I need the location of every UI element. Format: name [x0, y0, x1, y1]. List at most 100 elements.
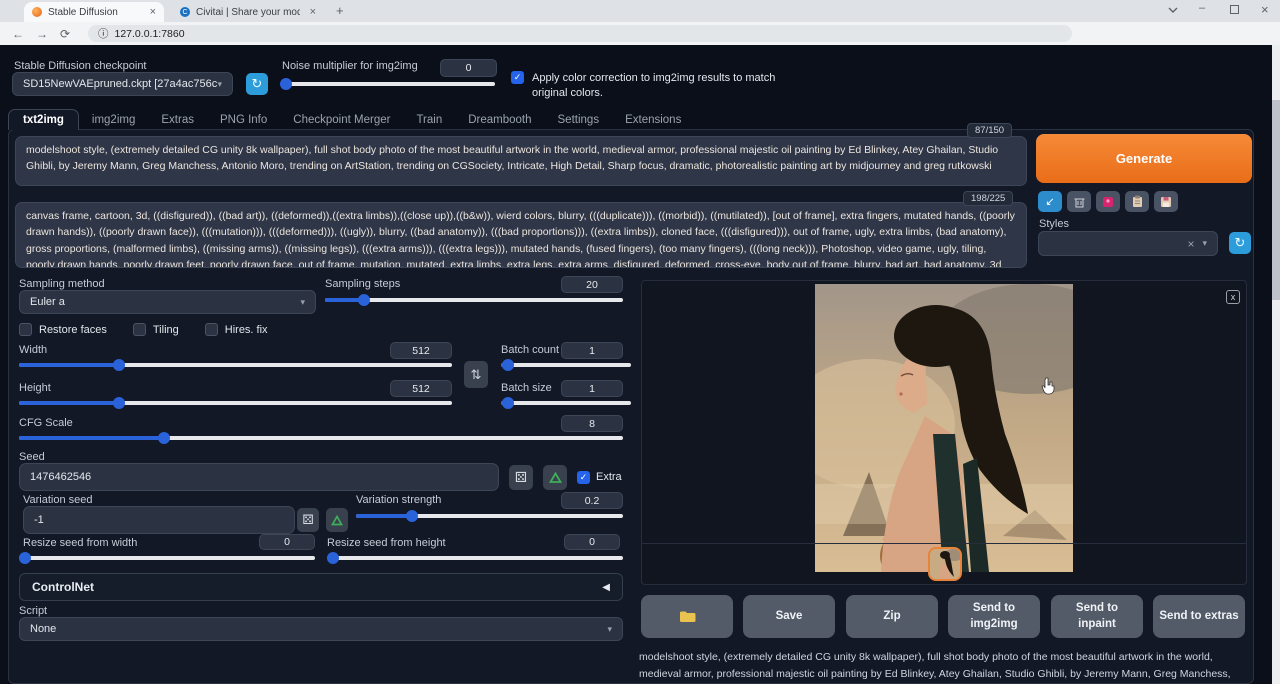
- tiling-label: Tiling: [153, 324, 179, 336]
- cfg-scale-slider[interactable]: [19, 436, 623, 440]
- seed-value: 1476462546: [30, 471, 91, 483]
- result-gallery: x: [641, 280, 1247, 585]
- folder-icon: [679, 610, 696, 623]
- batch-size-input[interactable]: 1: [561, 380, 623, 397]
- random-variation-seed-button[interactable]: ⚄: [297, 508, 319, 532]
- random-seed-button[interactable]: ⚄: [509, 465, 533, 490]
- paste-arrow-icon: ↙: [1045, 195, 1054, 208]
- hires-fix-label: Hires. fix: [225, 324, 268, 336]
- sampling-method-dropdown[interactable]: Euler a ▾: [19, 290, 316, 314]
- noise-multiplier-input[interactable]: 0: [440, 59, 497, 77]
- batch-count-input[interactable]: 1: [561, 342, 623, 359]
- forward-icon[interactable]: →: [36, 27, 48, 41]
- refresh-icon: ↻: [1235, 235, 1246, 251]
- send-to-img2img-button[interactable]: Send to img2img: [948, 595, 1040, 638]
- resize-seed-width-input[interactable]: 0: [259, 534, 315, 550]
- paste-generation-params-button[interactable]: ↙: [1038, 191, 1062, 212]
- browser-tab-strip: Stable Diffusion × C Civitai | Share you…: [0, 0, 1280, 22]
- tab-settings[interactable]: Settings: [545, 110, 613, 130]
- browser-tab-stable-diffusion[interactable]: Stable Diffusion ×: [24, 2, 164, 22]
- seed-input[interactable]: 1476462546: [19, 463, 499, 491]
- color-correction-label: Apply color correction to img2img result…: [532, 71, 791, 101]
- window-minimize-button[interactable]: –: [1199, 2, 1205, 14]
- seed-extra-label: Extra: [596, 471, 622, 483]
- tab-img2img[interactable]: img2img: [79, 110, 148, 130]
- height-slider[interactable]: [19, 401, 452, 405]
- styles-refresh-button[interactable]: ↻: [1229, 232, 1251, 254]
- zip-button[interactable]: Zip: [846, 595, 938, 638]
- negative-prompt-textarea[interactable]: canvas frame, cartoon, 3d, ((disfigured)…: [15, 202, 1027, 268]
- save-style-button[interactable]: [1154, 191, 1178, 212]
- open-folder-button[interactable]: [641, 595, 733, 638]
- resize-seed-height-slider[interactable]: [327, 556, 623, 560]
- restore-faces-checkbox[interactable]: [19, 323, 32, 336]
- batch-count-slider[interactable]: [501, 363, 631, 367]
- batch-size-slider[interactable]: [501, 401, 631, 405]
- tab-png-info[interactable]: PNG Info: [207, 110, 280, 130]
- reuse-variation-seed-button[interactable]: [326, 508, 348, 532]
- hires-fix-checkbox[interactable]: [205, 323, 218, 336]
- tab-dreambooth[interactable]: Dreambooth: [455, 110, 544, 130]
- clear-styles-icon[interactable]: ×: [1187, 237, 1194, 251]
- width-slider[interactable]: [19, 363, 452, 367]
- controlnet-accordion[interactable]: ControlNet ◀: [19, 573, 623, 601]
- cfg-scale-label: CFG Scale: [19, 417, 73, 429]
- resize-seed-height-input[interactable]: 0: [564, 534, 620, 550]
- extra-networks-button[interactable]: [1096, 191, 1120, 212]
- seed-extra-checkbox[interactable]: ✓: [577, 471, 590, 484]
- resize-seed-width-slider[interactable]: [19, 556, 315, 560]
- styles-dropdown[interactable]: × ▾: [1038, 231, 1218, 256]
- checkpoint-dropdown[interactable]: SD15NewVAEpruned.ckpt [27a4ac756c] ▾: [12, 72, 233, 96]
- swap-width-height-button[interactable]: ⇅: [464, 361, 488, 388]
- cfg-scale-input[interactable]: 8: [561, 415, 623, 432]
- gallery-thumbnail[interactable]: [928, 547, 962, 581]
- script-dropdown[interactable]: None ▾: [19, 617, 623, 641]
- window-maximize-button[interactable]: [1230, 5, 1239, 14]
- tab-extras[interactable]: Extras: [148, 110, 207, 130]
- clear-prompt-button[interactable]: [1067, 191, 1091, 212]
- tab-close-icon[interactable]: ×: [150, 6, 156, 18]
- batch-size-label: Batch size: [501, 382, 552, 394]
- reload-icon[interactable]: ⟳: [60, 27, 70, 41]
- height-input[interactable]: 512: [390, 380, 452, 397]
- page-scrollbar[interactable]: [1272, 45, 1280, 684]
- send-to-inpaint-button[interactable]: Send to inpaint: [1051, 595, 1143, 638]
- tab-txt2img[interactable]: txt2img: [8, 109, 79, 130]
- window-chevron-icon[interactable]: [1168, 7, 1178, 14]
- site-info-icon[interactable]: ⓘ: [98, 26, 109, 41]
- variation-strength-input[interactable]: 0.2: [561, 492, 623, 509]
- chevron-down-icon: ▾: [217, 79, 222, 90]
- dice-icon: ⚄: [515, 469, 527, 486]
- checkpoint-refresh-button[interactable]: ↻: [246, 73, 268, 95]
- sampling-steps-label: Sampling steps: [325, 278, 400, 290]
- tab-train[interactable]: Train: [403, 110, 455, 130]
- close-gallery-button[interactable]: x: [1226, 290, 1240, 304]
- save-button[interactable]: Save: [743, 595, 835, 638]
- height-label: Height: [19, 382, 51, 394]
- sampling-steps-slider[interactable]: [325, 298, 623, 302]
- tab-extensions[interactable]: Extensions: [612, 110, 694, 130]
- width-input[interactable]: 512: [390, 342, 452, 359]
- color-correction-checkbox[interactable]: ✓: [511, 71, 524, 84]
- generate-button[interactable]: Generate: [1036, 134, 1252, 183]
- url-bar[interactable]: ⓘ 127.0.0.1:7860: [88, 25, 1072, 42]
- noise-multiplier-slider[interactable]: [282, 82, 495, 86]
- tab-checkpoint-merger[interactable]: Checkpoint Merger: [280, 110, 403, 130]
- sampling-steps-input[interactable]: 20: [561, 276, 623, 293]
- send-to-extras-button[interactable]: Send to extras: [1153, 595, 1245, 638]
- apply-style-button[interactable]: [1125, 191, 1149, 212]
- tiling-checkbox[interactable]: [133, 323, 146, 336]
- generated-image[interactable]: [815, 284, 1073, 572]
- tab-close-icon[interactable]: ×: [310, 6, 316, 18]
- variation-seed-input[interactable]: -1: [23, 506, 295, 534]
- new-tab-button[interactable]: +: [336, 3, 344, 18]
- reuse-seed-button[interactable]: [543, 465, 567, 490]
- recycle-icon: [549, 472, 562, 484]
- variation-strength-slider[interactable]: [356, 514, 623, 518]
- width-label: Width: [19, 344, 47, 356]
- prompt-textarea[interactable]: modelshoot style, (extremely detailed CG…: [15, 136, 1027, 186]
- window-close-button[interactable]: ×: [1261, 2, 1269, 17]
- scrollbar-thumb[interactable]: [1272, 100, 1280, 300]
- browser-tab-civitai[interactable]: C Civitai | Share your models ×: [172, 2, 324, 22]
- back-icon[interactable]: ←: [12, 27, 24, 41]
